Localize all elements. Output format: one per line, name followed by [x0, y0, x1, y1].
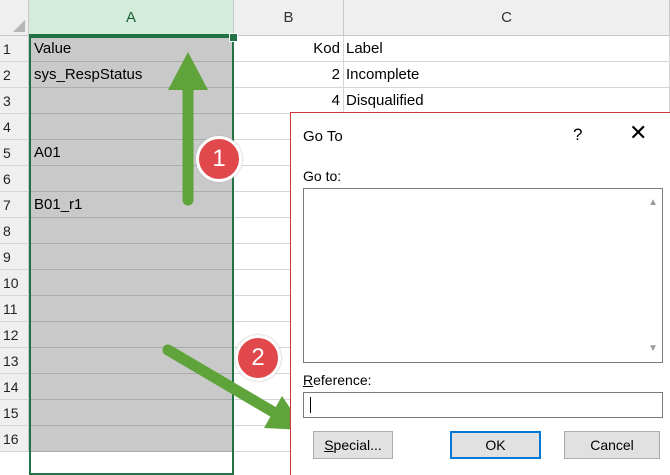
chevron-up-icon[interactable]: ▲	[648, 197, 658, 208]
special-button[interactable]: Special...	[313, 431, 393, 459]
chevron-down-icon[interactable]: ▼	[648, 343, 658, 354]
ok-button[interactable]: OK	[450, 431, 541, 459]
step-1-badge: 1	[196, 136, 242, 182]
goto-dialog: Go To ? ✕ Go to: ▲ ▼ Reference: Special.…	[290, 112, 670, 475]
cancel-button[interactable]: Cancel	[564, 431, 660, 459]
listbox-scrollbar[interactable]: ▲ ▼	[645, 189, 662, 362]
reference-label: Reference:	[303, 372, 372, 388]
dialog-title: Go To	[303, 128, 343, 145]
close-icon[interactable]: ✕	[629, 122, 647, 144]
special-accesskey: S	[324, 437, 334, 453]
reference-label-accesskey: R	[303, 372, 314, 388]
reference-input[interactable]	[303, 392, 663, 418]
goto-listbox[interactable]: ▲ ▼	[303, 188, 663, 363]
step-2-badge: 2	[235, 335, 281, 381]
goto-label: Go to:	[303, 168, 342, 184]
reference-label-text: eference:	[313, 372, 372, 388]
arrow-up-annotation	[168, 52, 208, 206]
text-caret	[310, 397, 311, 413]
help-icon[interactable]: ?	[573, 125, 582, 145]
special-label: pecial...	[333, 437, 382, 453]
